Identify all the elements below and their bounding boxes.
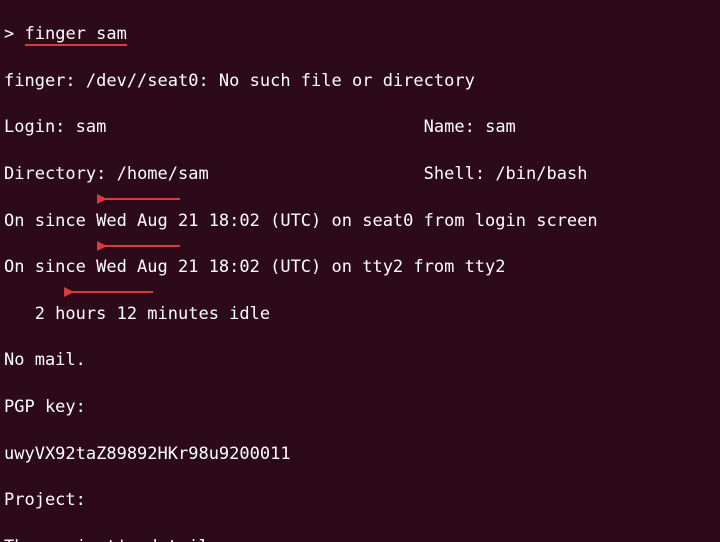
dir-value: /home/sam — [117, 164, 209, 184]
on-since-line-1a: On since Wed Aug 21 18:02 (UTC) on seat0… — [4, 210, 716, 233]
project-label-line: Project: — [4, 489, 716, 512]
prompt: > — [4, 24, 14, 44]
spacer — [106, 117, 423, 137]
project-value-line: The project's details — [4, 536, 716, 542]
idle-line-1: 2 hours 12 minutes idle — [4, 303, 716, 326]
spacer — [209, 164, 424, 184]
login-line-1: Login: sam Name: sam — [4, 116, 716, 139]
name-label: Name: — [424, 117, 485, 137]
terminal-output[interactable]: > finger sam finger: /dev//seat0: No suc… — [0, 0, 720, 542]
pgp-value-line: uwyVX92taZ89892HKr98u9200011 — [4, 443, 716, 466]
error-line-1: finger: /dev//seat0: No such file or dir… — [4, 70, 716, 93]
name-value: sam — [485, 117, 516, 137]
annotation-arrow-plan — [65, 291, 153, 293]
dir-label: Directory: — [4, 164, 117, 184]
login-value: sam — [76, 117, 107, 137]
shell-value: /bin/bash — [495, 164, 587, 184]
pgp-label-line: PGP key: — [4, 396, 716, 419]
login-label: Login: — [4, 117, 76, 137]
command-line-1: > finger sam — [4, 23, 716, 46]
on-since-line-1b: On since Wed Aug 21 18:02 (UTC) on tty2 … — [4, 256, 716, 279]
annotation-arrow-project — [98, 245, 180, 247]
command-1: finger sam — [25, 24, 127, 46]
nomail-line-1: No mail. — [4, 349, 716, 372]
shell-label: Shell: — [424, 164, 496, 184]
directory-line-1: Directory: /home/sam Shell: /bin/bash — [4, 163, 716, 186]
annotation-arrow-pgp — [98, 198, 180, 200]
